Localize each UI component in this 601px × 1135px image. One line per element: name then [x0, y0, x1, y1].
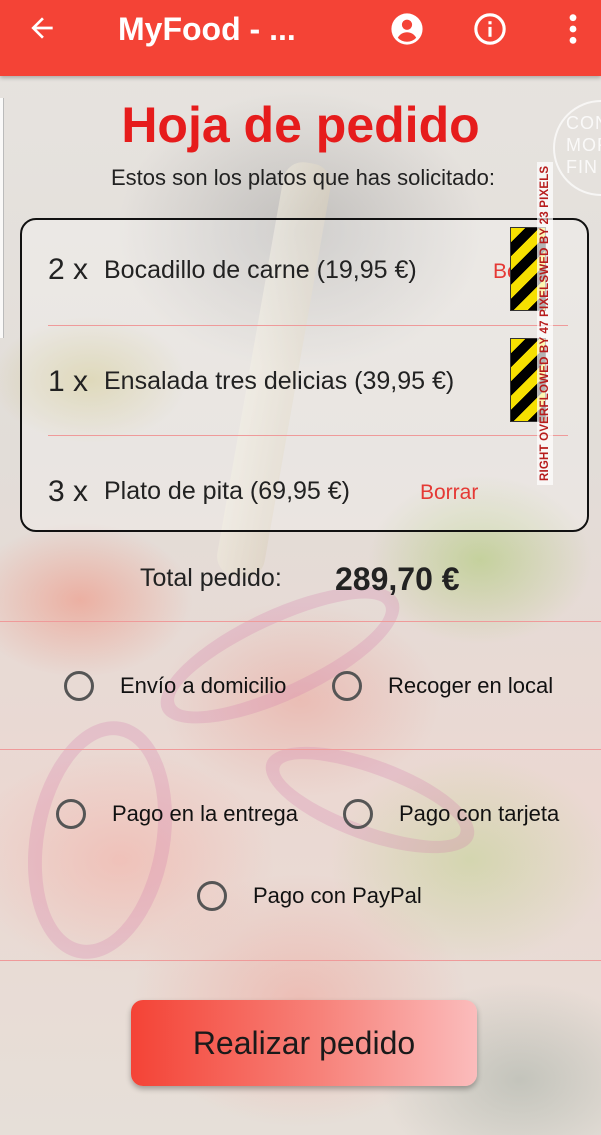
radio-pickup[interactable]: Recoger en local — [332, 671, 553, 701]
radio-label: Pago con tarjeta — [399, 801, 560, 826]
delete-button[interactable]: Borrar — [420, 481, 478, 505]
total-value: 289,70 € — [335, 561, 460, 597]
order-item-name: Plato de pita (69,95 €) — [104, 477, 350, 505]
arrow-back-icon[interactable] — [26, 12, 58, 44]
order-item-qty: 2 x — [48, 253, 89, 286]
page-subtitle: Estos son los platos que has solicitado: — [110, 165, 495, 190]
divider — [0, 621, 601, 622]
radio-circle[interactable] — [197, 881, 227, 911]
radio-pay-card[interactable]: Pago con tarjeta — [343, 799, 559, 829]
divider — [48, 325, 568, 326]
radio-label: Envío a domicilio — [120, 673, 287, 698]
app-bar: MyFood - ... — [0, 0, 601, 76]
radio-pay-paypal[interactable]: Pago con PayPal — [197, 881, 422, 911]
order-item-name: Bocadillo de carne (19,95 €) — [104, 256, 417, 284]
total-label: Total pedido: — [140, 564, 282, 592]
overflow-warning-text: RIGHT OVERFLOWED BY 47 PIXELSWED BY 23 P… — [537, 161, 553, 485]
more-vert-icon[interactable] — [561, 12, 585, 46]
order-item-name: Ensalada tres delicias (39,95 €) — [104, 367, 455, 395]
radio-home-delivery[interactable]: Envío a domicilio — [64, 671, 286, 701]
radio-circle[interactable] — [343, 799, 373, 829]
order-item-qty: 1 x — [48, 365, 89, 398]
account-circle-icon[interactable] — [390, 12, 424, 46]
place-order-button[interactable]: Realizar pedido — [131, 1000, 477, 1086]
radio-circle[interactable] — [56, 799, 86, 829]
divider — [48, 435, 568, 436]
order-item: 1 x Ensalada tres delicias (39,95 €) — [22, 330, 587, 440]
divider — [0, 749, 601, 750]
order-list: 2 x Bocadillo de carne (19,95 €) Borrar … — [20, 218, 589, 532]
order-item-qty: 3 x — [48, 475, 89, 508]
radio-pay-on-delivery[interactable]: Pago en la entrega — [56, 799, 298, 829]
radio-label: Recoger en local — [388, 673, 554, 698]
divider — [0, 960, 601, 961]
app-title: MyFood - ... — [118, 11, 296, 47]
page-title: Hoja de pedido — [121, 97, 480, 153]
radio-label: Pago en la entrega — [112, 801, 298, 826]
radio-circle[interactable] — [64, 671, 94, 701]
info-icon[interactable] — [473, 12, 507, 46]
radio-label: Pago con PayPal — [253, 883, 422, 908]
radio-circle[interactable] — [332, 671, 362, 701]
order-item: 3 x Plato de pita (69,95 €) Borrar — [22, 440, 587, 550]
order-item: 2 x Bocadillo de carne (19,95 €) Borrar — [22, 220, 587, 330]
